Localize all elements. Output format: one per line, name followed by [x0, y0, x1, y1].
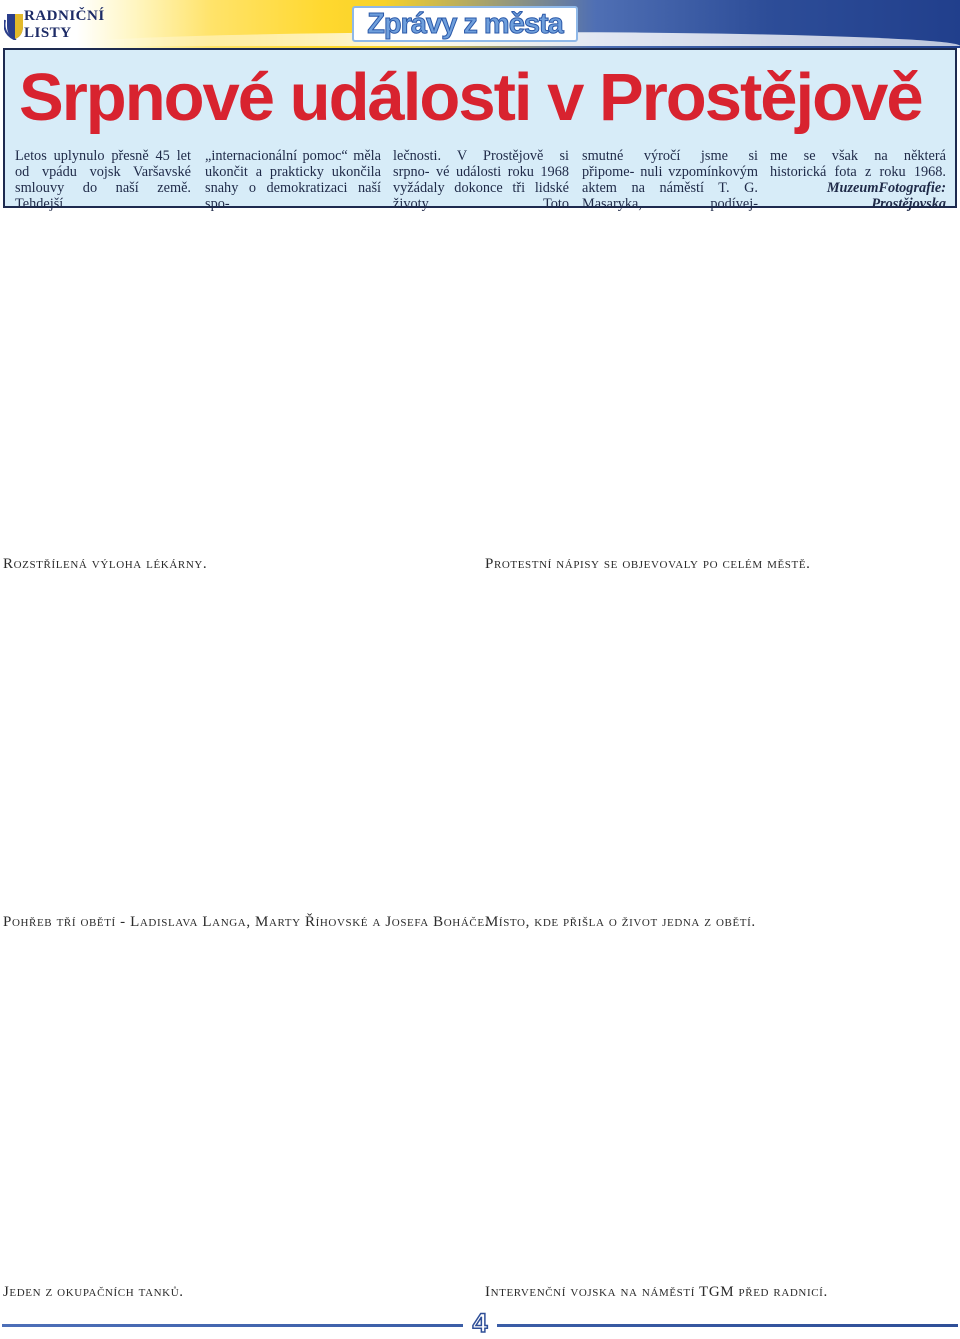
photo-protest-slogans[interactable]: [485, 212, 955, 552]
intro-column-1: Letos uplynulo přesně 45 let od vpádu vo…: [15, 148, 191, 212]
photo-funeral[interactable]: [3, 580, 473, 910]
caption-troops-square: Intervenční vojska na náměstí TGM před r…: [485, 1284, 828, 1300]
article-headline: Srpnové události v Prostějově: [19, 60, 924, 135]
caption-pharmacy-window: Rozstřílená výloha lékárny.: [3, 556, 208, 572]
intro-column-5-text: me se však na některá historická fota z …: [770, 148, 946, 180]
photo-troops-square[interactable]: [485, 940, 955, 1280]
intro-column-2: „internacionální pomoc“ měla ukončit a p…: [205, 148, 381, 212]
caption-victim-place: Místo, kde přišla o život jedna z obětí.: [485, 914, 756, 930]
intro-column-4: smutné výročí jsme si připome- nuli vzpo…: [582, 148, 758, 212]
caption-tank: Jeden z okupačních tanků.: [3, 1284, 184, 1300]
article-header: Srpnové události v Prostějově Letos uply…: [3, 48, 957, 212]
section-title: Zprávy z města: [352, 6, 578, 42]
photo-tank[interactable]: [3, 940, 473, 1280]
caption-funeral: Pohřeb tří obětí - Ladislava Langa, Mart…: [3, 914, 490, 930]
photo-credit-label: Fotografie:: [878, 180, 946, 196]
logo-line-1: RADNIČNÍ: [24, 8, 105, 24]
intro-column-3: lečnosti. V Prostějově si srpno- vé udál…: [393, 148, 569, 212]
top-banner: RADNIČNÍ LISTY Zprávy z města: [0, 0, 960, 48]
town-emblem-icon: [4, 14, 23, 40]
photo-victim-place[interactable]: [485, 580, 955, 910]
radnicni-listy-logo[interactable]: RADNIČNÍ LISTY: [4, 6, 114, 44]
photo-pharmacy-window[interactable]: [3, 212, 473, 552]
caption-protest-slogans: Protestní nápisy se objevovaly po celém …: [485, 556, 811, 572]
logo-line-2: LISTY: [24, 25, 72, 41]
page-number: 4: [463, 1307, 497, 1339]
intro-column-5: me se však na některá historická fota z …: [770, 148, 946, 212]
